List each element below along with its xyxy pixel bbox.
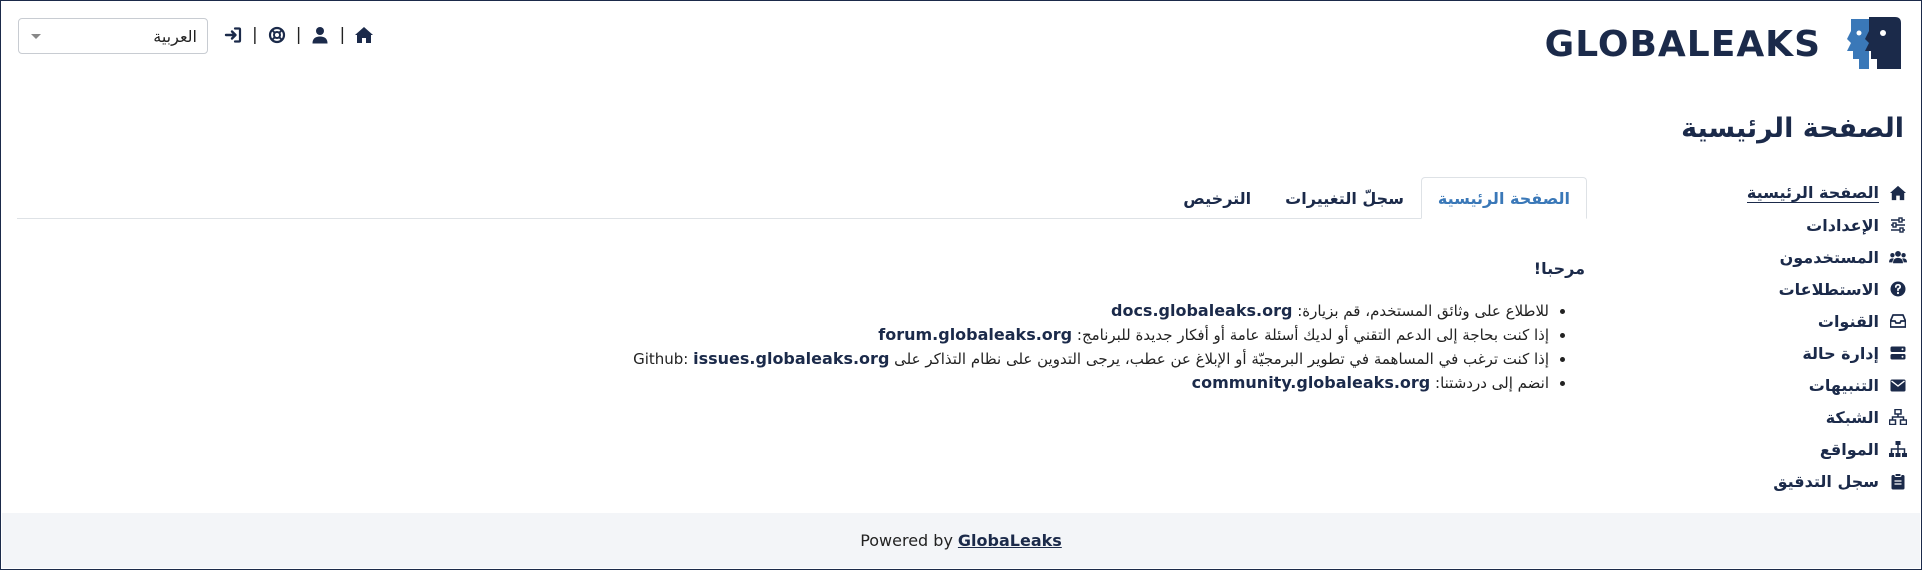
tab-license[interactable]: الترخيص — [1166, 177, 1268, 219]
chevron-down-icon — [31, 33, 41, 39]
home-content: مرحبا! للاطلاع على وثائق المستخدم، قم بز… — [15, 259, 1585, 395]
sidebar-item-case-management[interactable]: إدارة حالة — [1717, 337, 1907, 369]
sidebar-item-notifications[interactable]: التنبيهات — [1717, 369, 1907, 401]
envelope-icon — [1889, 376, 1907, 394]
sidebar-item-settings[interactable]: الإعدادات — [1717, 209, 1907, 241]
welcome-heading: مرحبا! — [1533, 259, 1585, 278]
sidebar-item-label: المستخدمون — [1779, 247, 1879, 267]
sidebar-item-label: المواقع — [1819, 439, 1879, 459]
list-item: للاطلاع على وثائق المستخدم، قم بزيارة: d… — [15, 299, 1549, 323]
community-link[interactable]: community.globaleaks.org — [1192, 373, 1431, 392]
header-toolbar: | | | — [223, 23, 374, 47]
sidebar-item-label: إدارة حالة — [1802, 343, 1879, 363]
page-title: الصفحة الرئيسية — [1681, 113, 1904, 144]
list-item-text: إذا كنت بحاجة إلى الدعم التقني أو لديك أ… — [1072, 326, 1549, 344]
sidebar-item-label: الشبكة — [1825, 407, 1879, 427]
sidebar-item-label: سجل التدقيق — [1773, 471, 1879, 491]
sidebar-item-users[interactable]: المستخدمون — [1717, 241, 1907, 273]
tab-changelog[interactable]: سجلّ التغييرات — [1268, 177, 1421, 219]
sidebar-item-sites[interactable]: المواقع — [1717, 433, 1907, 465]
forum-link[interactable]: forum.globaleaks.org — [878, 325, 1072, 344]
sidebar-item-home[interactable]: الصفحة الرئيسية — [1717, 177, 1907, 209]
sidebar-item-questionnaires[interactable]: الاستطلاعات — [1717, 273, 1907, 305]
docs-link[interactable]: docs.globaleaks.org — [1111, 301, 1292, 320]
footer: Powered by GlobaLeaks — [2, 513, 1920, 568]
sidebar-item-label: التنبيهات — [1808, 375, 1879, 395]
question-icon — [1889, 280, 1907, 298]
language-select[interactable]: العربية — [18, 18, 208, 54]
user-icon[interactable] — [310, 25, 330, 45]
globaleaks-faces-logo — [1847, 17, 1901, 69]
app-window: GLOBALEAKS العربية | | | الصفحة الرئيسية… — [0, 0, 1922, 570]
logo-text: GLOBALEAKS — [1544, 23, 1821, 65]
sidebar-item-label: القنوات — [1817, 311, 1879, 331]
footer-prefix: Powered by — [860, 531, 953, 550]
sidebar-item-label: الاستطلاعات — [1778, 279, 1879, 299]
help-links-list: للاطلاع على وثائق المستخدم، قم بزيارة: d… — [15, 299, 1585, 395]
sidebar-item-label: الصفحة الرئيسية — [1746, 183, 1879, 203]
brand-logo[interactable]: GLOBALEAKS — [1545, 15, 1905, 73]
toolbar-separator: | — [295, 25, 302, 45]
footer-brand-link[interactable]: GlobaLeaks — [958, 531, 1062, 550]
sidebar-item-audit-log[interactable]: سجل التدقيق — [1717, 465, 1907, 497]
list-item-text: للاطلاع على وثائق المستخدم، قم بزيارة: — [1292, 302, 1549, 320]
sidebar-item-label: الإعدادات — [1806, 215, 1879, 235]
tab-home[interactable]: الصفحة الرئيسية — [1420, 177, 1587, 219]
sidebar-item-channels[interactable]: القنوات — [1717, 305, 1907, 337]
inbox-icon — [1889, 312, 1907, 330]
list-item: إذا كنت ترغب في المساهمة في تطوير البرمج… — [15, 347, 1549, 371]
support-icon[interactable] — [267, 25, 287, 45]
network-icon — [1889, 408, 1907, 426]
toolbar-separator: | — [252, 25, 258, 45]
sliders-icon — [1889, 216, 1907, 234]
tab-bar: الصفحة الرئيسية سجلّ التغييرات الترخيص — [17, 177, 1587, 219]
issues-link[interactable]: issues.globaleaks.org — [693, 349, 889, 368]
list-item: انضم إلى دردشتنا: community.globaleaks.o… — [15, 371, 1549, 395]
server-icon — [1889, 344, 1907, 362]
language-select-value: العربية — [153, 26, 197, 46]
list-item-text: انضم إلى دردشتنا: — [1430, 374, 1549, 392]
list-item: إذا كنت بحاجة إلى الدعم التقني أو لديك أ… — [15, 323, 1549, 347]
toolbar-separator: | — [339, 25, 346, 45]
clipboard-icon — [1889, 472, 1907, 490]
users-icon — [1889, 248, 1907, 266]
admin-sidebar: الصفحة الرئيسية الإعدادات المستخدمون الا… — [1717, 177, 1907, 497]
sidebar-item-network[interactable]: الشبكة — [1717, 401, 1907, 433]
home-icon[interactable] — [354, 25, 374, 45]
logout-icon[interactable] — [223, 25, 243, 45]
sitemap-icon — [1889, 440, 1907, 458]
home-icon — [1889, 184, 1907, 202]
